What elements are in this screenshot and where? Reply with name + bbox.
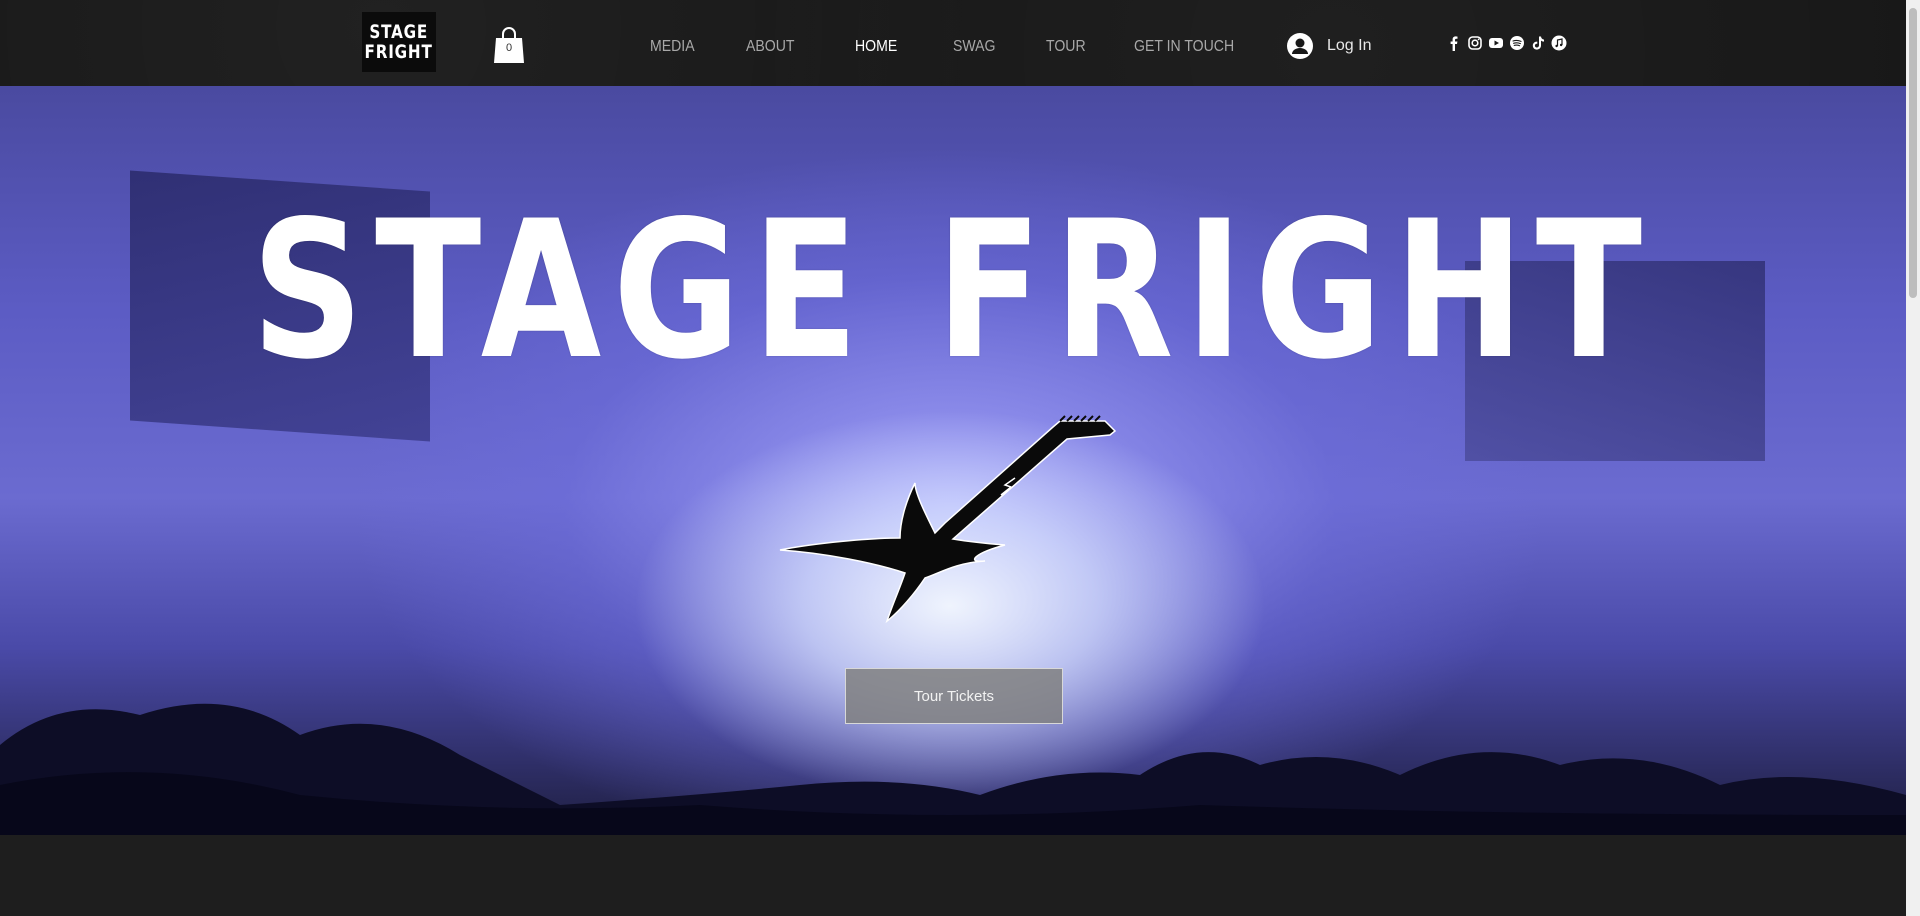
logo-line-1: STAGE <box>369 21 429 43</box>
hero-title: STAGE FRIGHT <box>251 180 1654 401</box>
nav-media[interactable]: MEDIA <box>650 38 695 56</box>
nav-tour[interactable]: TOUR <box>1046 38 1086 56</box>
band-logo[interactable]: STAGE FRIGHT <box>362 12 436 72</box>
social-bar <box>1446 35 1572 51</box>
spotify-icon[interactable] <box>1509 35 1525 51</box>
hero-section: STAGE FRIGHT Tour Tickets <box>0 86 1906 835</box>
user-avatar-icon <box>1287 33 1313 59</box>
scrollbar-thumb[interactable] <box>1909 8 1917 298</box>
nav-swag[interactable]: SWAG <box>953 38 996 56</box>
nav-home[interactable]: HOME <box>855 38 897 56</box>
logo-line-2: FRIGHT <box>364 41 434 63</box>
electric-guitar-icon <box>779 415 1117 624</box>
page-scrollbar[interactable] <box>1906 0 1920 916</box>
login-button[interactable]: Log In <box>1287 33 1371 59</box>
apple-music-icon[interactable] <box>1551 35 1567 51</box>
cart-count: 0 <box>505 42 513 54</box>
youtube-icon[interactable] <box>1488 35 1504 51</box>
login-label: Log In <box>1327 37 1372 54</box>
nav-get-in-touch[interactable]: GET IN TOUCH <box>1134 38 1234 56</box>
cart-button[interactable]: 0 <box>493 26 525 64</box>
tiktok-icon[interactable] <box>1530 35 1546 51</box>
nav-about[interactable]: ABOUT <box>746 38 795 56</box>
facebook-icon[interactable] <box>1446 35 1462 51</box>
instagram-icon[interactable] <box>1467 35 1483 51</box>
site-header: STAGE FRIGHT 0 MEDIA ABOUT HOME SWAG TOU… <box>0 0 1906 86</box>
main-nav: MEDIA ABOUT HOME SWAG TOUR GET IN TOUCH <box>650 38 1248 56</box>
tour-tickets-button[interactable]: Tour Tickets <box>845 668 1063 724</box>
next-section <box>0 835 1906 916</box>
